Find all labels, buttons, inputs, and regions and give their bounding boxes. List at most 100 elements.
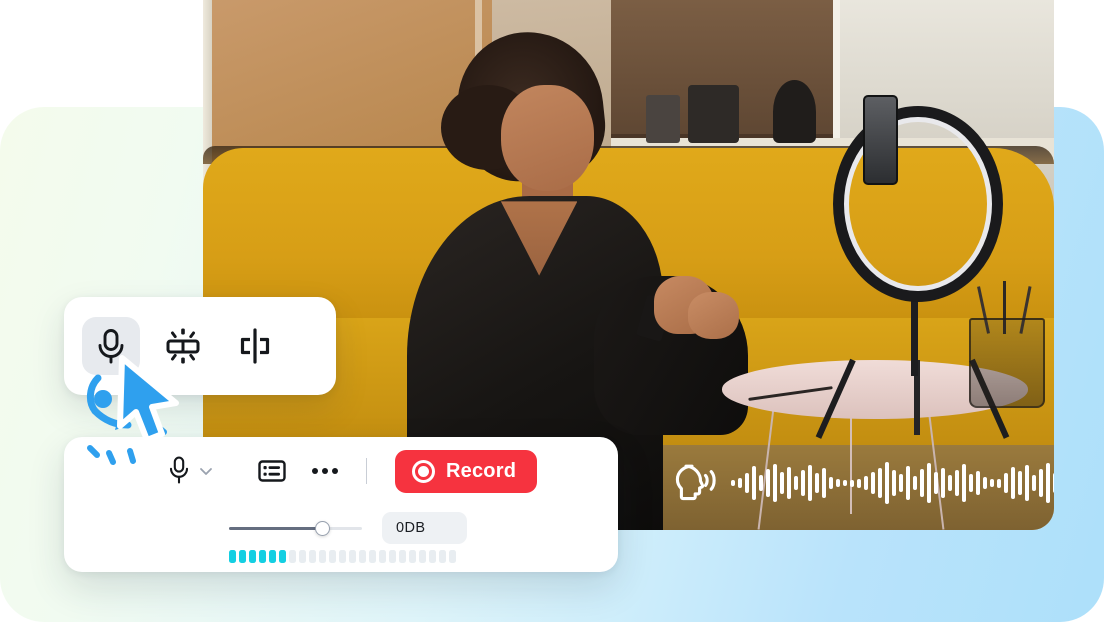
- control-panel-volume-row: 0DB: [64, 509, 618, 547]
- level-meter-segment: [439, 550, 446, 563]
- waveform-bar: [934, 472, 938, 494]
- waveform-bar: [738, 478, 742, 488]
- mounted-phone: [862, 95, 899, 186]
- waveform-bar: [759, 475, 763, 491]
- waveform-bar: [983, 477, 987, 489]
- waveform-bar: [843, 480, 847, 486]
- waveform-bar: [997, 478, 1001, 488]
- effects-toolbar: [64, 297, 336, 395]
- person-face: [500, 84, 595, 191]
- level-meter-segment: [409, 550, 416, 563]
- more-dot: [322, 468, 328, 474]
- waveform-bar: [773, 464, 777, 502]
- toolbar-item-enhance[interactable]: [154, 317, 212, 375]
- waveform-bar: [1011, 467, 1015, 499]
- level-meter-segment: [279, 550, 286, 563]
- waveform-bar: [745, 473, 749, 493]
- waveform-bar: [913, 476, 917, 490]
- waveform-bar: [962, 464, 966, 502]
- chevron-down-icon: [200, 468, 212, 475]
- waveform-bar: [864, 476, 868, 490]
- level-meter-segment: [289, 550, 296, 563]
- level-meter-segment: [389, 550, 396, 563]
- recording-control-panel: Record 0DB: [64, 437, 618, 572]
- record-button-label: Record: [446, 459, 517, 482]
- waveform-bar: [948, 475, 952, 491]
- screenshot-root: Record 0DB: [0, 0, 1104, 622]
- waveform-bar: [731, 480, 735, 486]
- waveform-bar: [822, 468, 826, 498]
- waveform-bar: [836, 479, 840, 487]
- tripod-column: [911, 291, 919, 377]
- more-dot: [312, 468, 318, 474]
- more-dot: [332, 468, 338, 474]
- waveform-bar: [920, 469, 924, 497]
- speaking-head-icon: [675, 464, 716, 501]
- waveform-bar: [794, 476, 798, 490]
- waveform-bar: [871, 472, 875, 494]
- level-meter-segment: [449, 550, 456, 563]
- pen-holder: [968, 318, 1046, 409]
- waveform-bar: [829, 477, 833, 489]
- level-meter-segment: [339, 550, 346, 563]
- appliance-box: [688, 84, 740, 144]
- waveform-bar: [752, 466, 756, 500]
- noise-reduction-icon: [166, 328, 200, 364]
- level-meter-segment: [419, 550, 426, 563]
- level-meter-segment: [399, 550, 406, 563]
- person-hand-right: [688, 291, 740, 340]
- waveform-bar: [1032, 475, 1036, 491]
- toolbar-item-microphone[interactable]: [82, 317, 140, 375]
- waveform-bar: [941, 468, 945, 498]
- level-meter-segment: [329, 550, 336, 563]
- waveform-bar: [955, 470, 959, 496]
- captions-button[interactable]: [258, 459, 286, 483]
- waveform-bar: [766, 469, 770, 497]
- waveform-bar: [899, 474, 903, 492]
- waveform-bar: [857, 478, 861, 488]
- waveform-bar: [892, 470, 896, 496]
- slider-thumb[interactable]: [315, 521, 331, 536]
- appliance-kettle: [773, 79, 816, 144]
- volume-slider[interactable]: [229, 520, 362, 536]
- control-panel-top-row: Record: [64, 437, 618, 505]
- microphone-icon: [169, 456, 189, 484]
- record-button[interactable]: Record: [395, 449, 538, 493]
- level-meter-segment: [379, 550, 386, 563]
- voice-waveform: [731, 460, 1054, 506]
- mic-selector[interactable]: [168, 456, 215, 486]
- waveform-bar: [815, 473, 819, 493]
- level-meter-segment: [429, 550, 436, 563]
- waveform-bar: [878, 468, 882, 498]
- waveform-bar: [808, 465, 812, 501]
- captions-icon: [258, 460, 286, 482]
- waveform-bar: [1025, 465, 1029, 501]
- toolbar-item-split[interactable]: [226, 317, 284, 375]
- microphone-icon: [98, 329, 124, 364]
- waveform-bar: [976, 471, 980, 495]
- toolbar-divider: [366, 458, 367, 484]
- level-meter-segment: [359, 550, 366, 563]
- waveform-bar: [885, 462, 889, 504]
- level-meter-segment: [259, 550, 266, 563]
- waveform-bar: [1004, 473, 1008, 493]
- level-meter-segment: [249, 550, 256, 563]
- waveform-bar: [780, 472, 784, 494]
- level-meter-segment: [269, 550, 276, 563]
- split-clip-icon: [240, 328, 270, 364]
- slider-fill: [229, 527, 323, 530]
- waveform-bar: [1039, 469, 1043, 497]
- level-meter-segment: [369, 550, 376, 563]
- waveform-bar: [787, 467, 791, 499]
- appliance-small: [645, 95, 680, 144]
- level-meter-segment: [239, 550, 246, 563]
- level-meter-segment: [349, 550, 356, 563]
- level-meter-segment: [309, 550, 316, 563]
- level-meter-segment: [319, 550, 326, 563]
- waveform-bar: [801, 470, 805, 496]
- waveform-bar: [1053, 473, 1054, 493]
- waveform-bar: [850, 479, 854, 487]
- record-circle-icon: [412, 459, 435, 483]
- more-options-button[interactable]: [312, 468, 338, 474]
- volume-value-field[interactable]: 0DB: [382, 512, 467, 544]
